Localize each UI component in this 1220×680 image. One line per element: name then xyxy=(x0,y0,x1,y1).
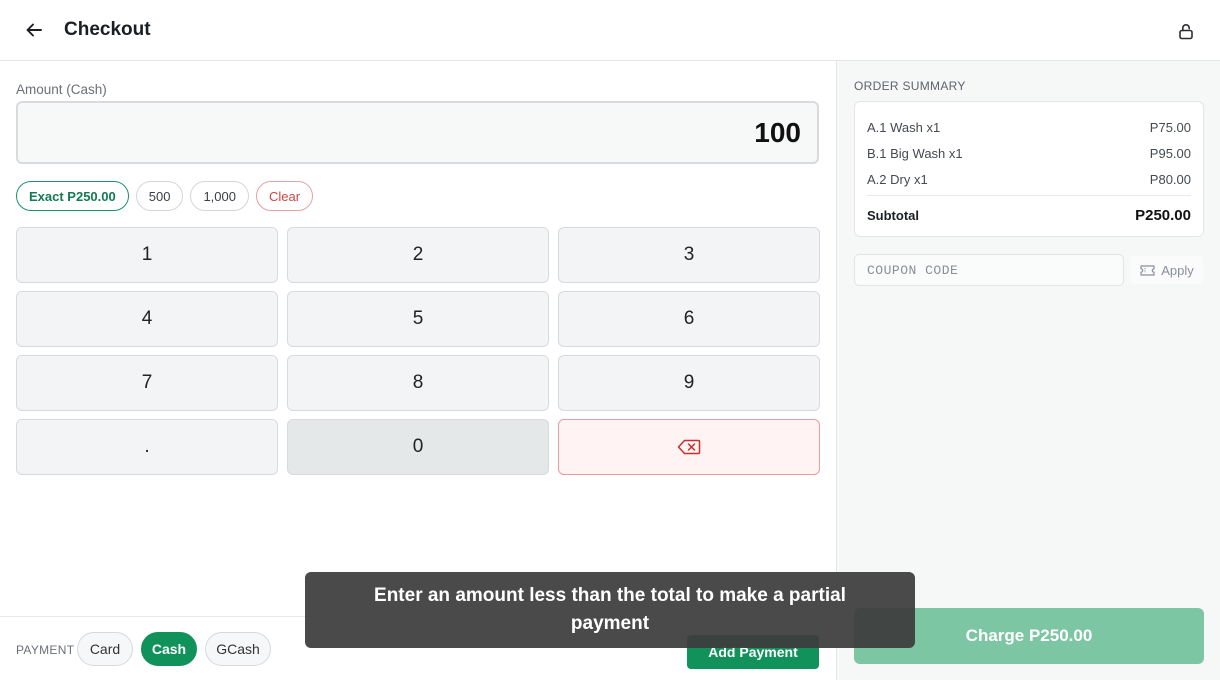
coupon-code-input[interactable] xyxy=(854,254,1124,286)
payment-gcash-button[interactable]: GCash xyxy=(205,632,271,666)
amount-field[interactable]: 100 xyxy=(16,101,819,164)
item-price: P95.00 xyxy=(1149,145,1191,161)
arrow-left-icon xyxy=(26,23,42,37)
order-line-item: B.1 Big Wash x1 P95.00 xyxy=(867,140,1191,166)
page-title: Checkout xyxy=(64,19,151,40)
quick-amounts: Exact P250.00 500 1,000 Clear xyxy=(16,181,314,211)
key-decimal[interactable]: . xyxy=(16,419,278,475)
toast-message: Enter an amount less than the total to m… xyxy=(305,572,915,648)
key-8[interactable]: 8 xyxy=(287,355,549,411)
item-name: B.1 Big Wash x1 xyxy=(867,145,963,161)
key-2[interactable]: 2 xyxy=(287,227,549,283)
amount-chip-500[interactable]: 500 xyxy=(135,181,184,211)
backspace-icon xyxy=(677,439,701,455)
order-line-item: A.1 Wash x1 P75.00 xyxy=(867,114,1191,140)
back-button[interactable] xyxy=(20,16,48,44)
key-9[interactable]: 9 xyxy=(558,355,820,411)
key-1[interactable]: 1 xyxy=(16,227,278,283)
divider xyxy=(867,195,1191,196)
apply-coupon-button[interactable]: Apply xyxy=(1131,256,1203,284)
order-line-item: A.2 Dry x1 P80.00 xyxy=(867,166,1191,192)
apply-label: Apply xyxy=(1161,262,1194,278)
item-name: A.1 Wash x1 xyxy=(867,119,941,135)
payment-card-button[interactable]: Card xyxy=(77,632,133,666)
exact-amount-chip[interactable]: Exact P250.00 xyxy=(16,181,129,211)
item-price: P80.00 xyxy=(1149,171,1191,187)
payment-label: PAYMENT xyxy=(16,643,75,657)
backspace-key[interactable] xyxy=(558,419,820,475)
payment-cash-button[interactable]: Cash xyxy=(141,632,197,666)
amount-label: Amount (Cash) xyxy=(16,82,107,97)
key-7[interactable]: 7 xyxy=(16,355,278,411)
lock-open-icon xyxy=(1179,23,1193,39)
item-price: P75.00 xyxy=(1149,119,1191,135)
keypad: 1 2 3 4 5 6 7 8 9 . 0 xyxy=(16,227,820,475)
key-0[interactable]: 0 xyxy=(287,419,549,475)
lock-button[interactable] xyxy=(1174,19,1198,43)
key-4[interactable]: 4 xyxy=(16,291,278,347)
subtotal-value: P250.00 xyxy=(1135,206,1191,224)
subtotal-row: Subtotal P250.00 xyxy=(867,202,1191,228)
key-5[interactable]: 5 xyxy=(287,291,549,347)
order-summary-title: ORDER SUMMARY xyxy=(854,79,966,93)
amount-value: 100 xyxy=(754,116,801,148)
key-3[interactable]: 3 xyxy=(558,227,820,283)
header: Checkout xyxy=(0,0,1220,61)
clear-chip[interactable]: Clear xyxy=(255,181,314,211)
item-name: A.2 Dry x1 xyxy=(867,171,928,187)
key-6[interactable]: 6 xyxy=(558,291,820,347)
ticket-icon xyxy=(1140,264,1155,276)
amount-chip-1000[interactable]: 1,000 xyxy=(190,181,249,211)
subtotal-label: Subtotal xyxy=(867,207,919,223)
order-summary-card: A.1 Wash x1 P75.00 B.1 Big Wash x1 P95.0… xyxy=(854,101,1204,237)
